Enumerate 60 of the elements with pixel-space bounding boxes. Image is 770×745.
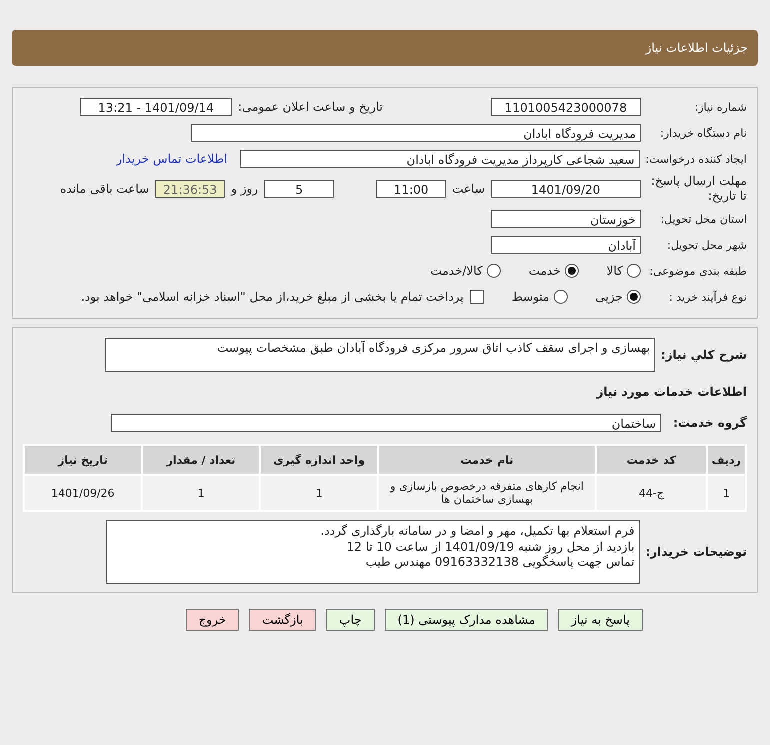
field-label: مهلت ارسال پاسخ: تا تاریخ: bbox=[650, 174, 747, 204]
table-cell: انجام کارهای متفرقه درخصوص بازسازی و بهسازی ساختمان ها bbox=[379, 476, 596, 510]
radio-button[interactable] bbox=[627, 290, 641, 304]
option-label: جزیی bbox=[596, 290, 623, 304]
action-button[interactable]: خروج bbox=[186, 609, 240, 631]
field-label: طبقه بندی موضوعی: bbox=[648, 264, 747, 278]
table-cell: 1 bbox=[143, 476, 260, 510]
column-header: تاریخ نیاز bbox=[25, 446, 142, 474]
radio-button[interactable] bbox=[554, 290, 568, 304]
table-cell: ج-44 bbox=[597, 476, 706, 510]
time-label: ساعت bbox=[452, 182, 485, 196]
option-label: کالا/خدمت bbox=[430, 264, 483, 278]
field-label: شماره نیاز: bbox=[694, 100, 747, 114]
description-field: بهسازی و اجرای سقف کاذب اتاق سرور مرکزی فرودگاه آبادان طبق مشخصات پیوست bbox=[105, 338, 656, 372]
field-label: شهر محل تحویل: bbox=[666, 238, 747, 252]
option-label: کالا bbox=[606, 264, 623, 278]
buyer-notes-label: توضیحات خریدار: bbox=[646, 545, 747, 559]
column-header: تعداد / مقدار bbox=[143, 446, 260, 474]
field-label: تاریخ و ساعت اعلان عمومی: bbox=[238, 100, 383, 114]
requester-field: سعید شجاعی کارپرداز مدیریت فرودگاه ابادان bbox=[240, 150, 640, 168]
field-label: استان محل تحویل: bbox=[660, 212, 747, 226]
announce-datetime-field: 1401/09/14 - 13:21 bbox=[80, 98, 232, 116]
field-label: نوع فرآیند خرید : bbox=[668, 290, 747, 304]
days-label: روز و bbox=[231, 182, 258, 196]
column-header: کد خدمت bbox=[597, 446, 706, 474]
field-label: نام دستگاه خریدار: bbox=[659, 126, 747, 140]
deadline-date-field: 1401/09/20 bbox=[491, 180, 641, 198]
need-number-field: 1101005423000078 bbox=[491, 98, 641, 116]
remaining-label: ساعت باقی مانده bbox=[60, 182, 150, 196]
action-button[interactable]: چاپ bbox=[326, 609, 375, 631]
description-label: شرح کلي نیاز: bbox=[661, 348, 747, 362]
remaining-time-field: 21:36:53 bbox=[155, 180, 226, 198]
service-group-label: گروه خدمت: bbox=[672, 416, 747, 430]
table-cell: 1 bbox=[261, 476, 378, 510]
action-button[interactable]: پاسخ به نیاز bbox=[558, 609, 643, 631]
field-label: ایجاد کننده درخواست: bbox=[646, 152, 747, 166]
days-field: 5 bbox=[264, 180, 334, 198]
action-button[interactable]: بازگشت bbox=[249, 609, 316, 631]
radio-button[interactable] bbox=[564, 264, 579, 278]
column-header: نام خدمت bbox=[379, 446, 596, 474]
column-header: ردیف bbox=[708, 446, 745, 474]
contact-info-link[interactable]: اطلاعات تماس خریدار bbox=[116, 152, 228, 166]
buyer-org-field: مدیریت فرودگاه ابادان bbox=[191, 124, 641, 142]
payment-note: پرداخت تمام یا بخشی از مبلغ خرید،از محل "اسناد خزانه اسلامی" خواهد بود. bbox=[81, 290, 464, 304]
province-field: خوزستان bbox=[491, 210, 641, 228]
deadline-time-field: 11:00 bbox=[376, 180, 446, 198]
radio-button[interactable] bbox=[486, 264, 501, 278]
action-button[interactable]: مشاهده مدارک پیوستی (1) bbox=[384, 609, 548, 631]
checkbox[interactable] bbox=[470, 290, 484, 304]
section-title: اطلاعات خدمات مورد نیاز bbox=[596, 385, 747, 399]
buyer-notes-field: فرم استعلام بها تکمیل، مهر و امضا و در سامانه بارگذاری گردد. بازدید از محل روز شنبه 1401/09/19 از ساعت 10 تا 12 تماس جهت پاسخگویی 09163332138 مهندس طیب bbox=[106, 520, 640, 584]
option-label: خدمت bbox=[528, 264, 561, 278]
table-cell: 1401/09/26 bbox=[25, 476, 142, 510]
service-group-field: ساختمان bbox=[111, 414, 661, 432]
header-bar: جزئیات اطلاعات نیاز bbox=[12, 30, 758, 66]
table-cell: 1 bbox=[708, 476, 745, 510]
city-field: آبادان bbox=[491, 236, 641, 254]
column-header: واحد اندازه گیری bbox=[261, 446, 378, 474]
option-label: متوسط bbox=[512, 290, 550, 304]
radio-button[interactable] bbox=[627, 264, 641, 278]
